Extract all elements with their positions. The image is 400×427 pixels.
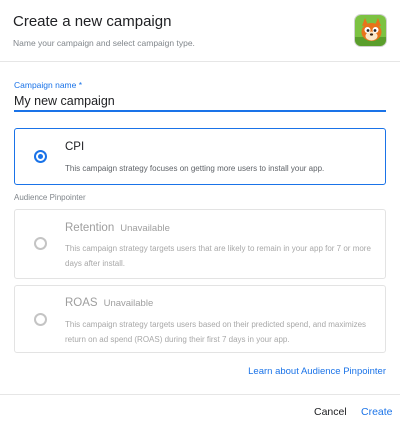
roas-radio <box>34 313 47 326</box>
retention-description: This campaign strategy targets users tha… <box>65 244 371 268</box>
cpi-title-label: CPI <box>65 141 85 153</box>
app-logo-icon <box>354 14 387 47</box>
cancel-button[interactable]: Cancel <box>314 406 347 418</box>
cpi-title: CPI <box>65 141 84 153</box>
campaign-name-label: Campaign name * <box>14 80 83 90</box>
dialog-footer: Cancel Create <box>0 394 400 427</box>
roas-status-badge: Unavailable <box>103 298 154 309</box>
campaign-type-retention-option: Retention Unavailable This campaign strat… <box>14 209 386 279</box>
dialog-header: Create a new campaign Name your campaign… <box>0 0 400 62</box>
roas-title-label: ROAS <box>65 297 98 309</box>
retention-title: Retention Unavailable <box>65 222 170 234</box>
retention-status-badge: Unavailable <box>120 223 170 234</box>
roas-description: This campaign strategy targets users bas… <box>65 320 367 344</box>
cpi-radio[interactable] <box>34 150 47 163</box>
retention-radio <box>34 237 47 250</box>
retention-title-label: Retention <box>65 222 115 234</box>
campaign-type-cpi-option[interactable]: CPI This campaign strategy focuses on ge… <box>14 128 386 185</box>
create-campaign-dialog: Create a new campaign Name your campaign… <box>0 0 400 427</box>
learn-audience-pinpointer-link[interactable]: Learn about Audience Pinpointer <box>248 366 386 377</box>
roas-title: ROAS Unavailable <box>65 297 153 309</box>
create-button[interactable]: Create <box>361 406 393 418</box>
dialog-title: Create a new campaign <box>13 13 172 30</box>
campaign-name-input[interactable] <box>14 92 386 112</box>
cpi-description: This campaign strategy focuses on gettin… <box>65 164 325 173</box>
dialog-subtitle: Name your campaign and select campaign t… <box>13 38 195 48</box>
audience-pinpointer-label: Audience Pinpointer <box>14 193 86 202</box>
campaign-type-roas-option: ROAS Unavailable This campaign strategy t… <box>14 285 386 353</box>
